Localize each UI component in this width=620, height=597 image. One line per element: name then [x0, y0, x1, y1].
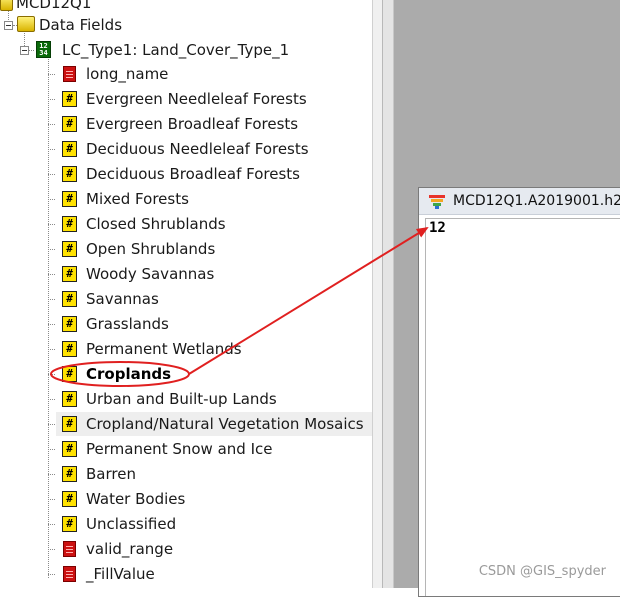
attribute-icon	[63, 566, 76, 582]
hash-icon: #	[62, 491, 77, 507]
tree-node-label: LC_Type1: Land_Cover_Type_1	[62, 41, 290, 59]
attribute-icon	[63, 541, 76, 557]
hash-icon: #	[62, 441, 77, 457]
hash-icon: #	[62, 191, 77, 207]
hash-icon: #	[62, 166, 77, 182]
window-titlebar[interactable]: MCD12Q1.A2019001.h2	[419, 188, 620, 215]
tree-item-label: Permanent Wetlands	[86, 340, 242, 358]
tree-item-label: _FillValue	[86, 565, 155, 583]
collapse-toggle-icon[interactable]	[4, 21, 13, 30]
dataset-grid-icon: 12 34	[36, 41, 51, 58]
tree-item-attribute[interactable]: valid_range	[48, 537, 372, 561]
hash-icon: #	[62, 516, 77, 532]
tree-item-attribute[interactable]: # Cropland/Natural Vegetation Mosaics	[48, 412, 372, 436]
tree-item-attribute[interactable]: # Barren	[48, 462, 372, 486]
image-canvas[interactable]: 12	[425, 218, 620, 596]
pixel-value-readout: 12	[429, 220, 446, 236]
hash-icon: #	[62, 266, 77, 282]
tree-item-label: valid_range	[86, 540, 174, 558]
tree-item-attribute[interactable]: # Croplands	[48, 362, 372, 386]
tree-item-label: Unclassified	[86, 515, 177, 533]
tree-item-label: Closed Shrublands	[86, 215, 226, 233]
tree-item-label: Croplands	[86, 365, 172, 383]
tree-item-attribute[interactable]: # Woody Savannas	[48, 262, 372, 286]
tree-item-attribute[interactable]: # Savannas	[48, 287, 372, 311]
tree-item-attribute[interactable]: # Deciduous Needleleaf Forests	[48, 137, 372, 161]
hash-icon: #	[62, 416, 77, 432]
tree-item-attribute[interactable]: # Mixed Forests	[48, 187, 372, 211]
tree-item-attribute[interactable]: # Closed Shrublands	[48, 212, 372, 236]
hash-icon: #	[62, 216, 77, 232]
tree-item-attribute[interactable]: # Deciduous Broadleaf Forests	[48, 162, 372, 186]
splitter[interactable]	[382, 0, 394, 588]
tree-node-data-fields[interactable]: Data Fields	[0, 13, 372, 37]
tree-item-label: Mixed Forests	[86, 190, 189, 208]
tree-item-label: Permanent Snow and Ice	[86, 440, 273, 458]
tree-item-attribute[interactable]: long_name	[48, 62, 372, 86]
hash-icon: #	[62, 466, 77, 482]
tree-item-label: Grasslands	[86, 315, 169, 333]
hash-icon: #	[62, 91, 77, 107]
hdf-tree-panel: MCD12Q1 Data Fields 12 34 LC_Type1: Land_…	[0, 0, 372, 588]
splitter[interactable]	[372, 0, 382, 588]
tree-item-attribute[interactable]: _FillValue	[48, 562, 372, 586]
tree-item-attribute[interactable]: # Urban and Built-up Lands	[48, 387, 372, 411]
tree-item-label: Evergreen Broadleaf Forests	[86, 115, 299, 133]
tree-item-label: Cropland/Natural Vegetation Mosaics	[86, 415, 364, 433]
tree-item-label: Open Shrublands	[86, 240, 216, 258]
tree-item-attribute[interactable]: # Grasslands	[48, 312, 372, 336]
tree-item-attribute[interactable]: # Permanent Wetlands	[48, 337, 372, 361]
window-title: MCD12Q1.A2019001.h2	[453, 193, 620, 209]
tree-item-label: Woody Savannas	[86, 265, 215, 283]
hash-icon: #	[62, 391, 77, 407]
tree-node-label: Data Fields	[39, 16, 123, 34]
tree-item-label: Deciduous Needleleaf Forests	[86, 140, 309, 158]
watermark-text: CSDN @GIS_spyder	[478, 564, 606, 579]
tree-item-label: Urban and Built-up Lands	[86, 390, 277, 408]
folder-icon	[0, 0, 13, 11]
collapse-toggle-icon[interactable]	[20, 46, 29, 55]
tree-item-label: Deciduous Broadleaf Forests	[86, 165, 300, 183]
tree-item-attribute[interactable]: # Water Bodies	[48, 487, 372, 511]
hash-icon: #	[62, 241, 77, 257]
tree-item-attribute[interactable]: # Evergreen Broadleaf Forests	[48, 112, 372, 136]
hash-icon: #	[62, 316, 77, 332]
tree-item-label: Savannas	[86, 290, 159, 308]
image-view-icon	[429, 195, 445, 209]
hash-icon: #	[62, 116, 77, 132]
hash-icon: #	[62, 341, 77, 357]
tree-item-label: Barren	[86, 465, 136, 483]
tree-item-attribute[interactable]: # Unclassified	[48, 512, 372, 536]
tree-item-label: Water Bodies	[86, 490, 186, 508]
tree-item-label: long_name	[86, 65, 169, 83]
hash-icon: #	[62, 291, 77, 307]
tree-item-attribute[interactable]: # Permanent Snow and Ice	[48, 437, 372, 461]
attribute-icon	[63, 66, 76, 82]
image-view-window[interactable]: MCD12Q1.A2019001.h2 12	[418, 187, 620, 597]
tree-item-attribute[interactable]: # Evergreen Needleleaf Forests	[48, 87, 372, 111]
tree-node-label: MCD12Q1	[16, 0, 92, 12]
tree-item-attribute[interactable]: # Open Shrublands	[48, 237, 372, 261]
tree-node-dataset[interactable]: 12 34 LC_Type1: Land_Cover_Type_1	[0, 38, 372, 62]
folder-icon	[17, 16, 35, 32]
hash-icon: #	[62, 141, 77, 157]
tree-item-label: Evergreen Needleleaf Forests	[86, 90, 307, 108]
hash-icon: #	[62, 366, 77, 382]
